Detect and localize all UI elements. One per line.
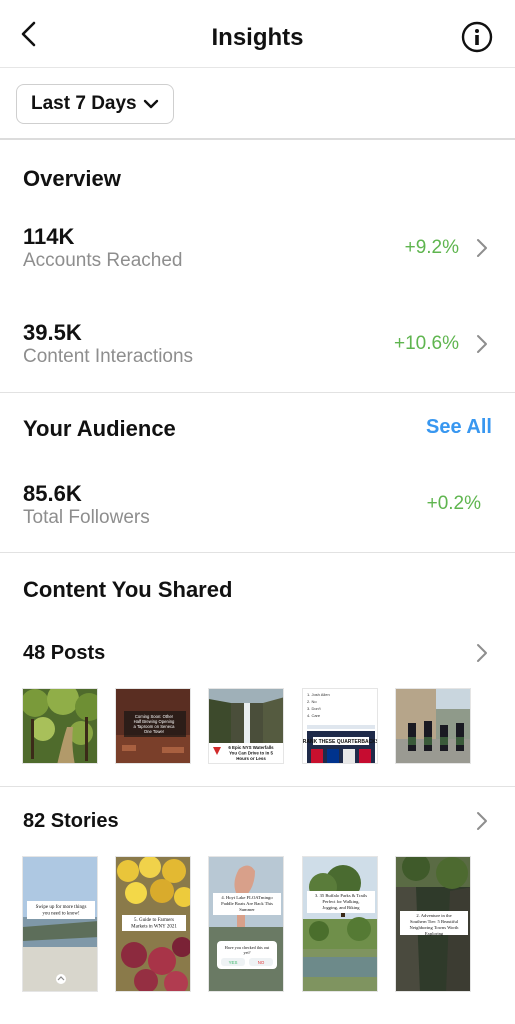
post-thumbnail[interactable] xyxy=(395,688,471,764)
story-caption: 3. 35 Buffalo Parks & Trails Perfect for … xyxy=(315,893,367,911)
info-icon[interactable] xyxy=(461,21,493,53)
posts-count-label: 48 Posts xyxy=(23,642,106,664)
content-interactions-value: 39.5K xyxy=(23,320,82,345)
story-thumbnail[interactable]: Swipe up for more things you need to know… xyxy=(22,856,98,992)
filter-bar: Last 7 Days xyxy=(0,68,515,140)
poll-yes: YES xyxy=(229,960,238,965)
story-thumbnail[interactable]: 4. Hoyt Lake FLOATmingo Paddle Boats Are … xyxy=(208,856,284,992)
poll-no: NO xyxy=(258,960,265,965)
post-thumbnail[interactable] xyxy=(22,688,98,764)
stories-count-label: 82 Stories xyxy=(23,810,119,832)
content-shared-title: Content You Shared xyxy=(23,577,233,602)
see-all-link[interactable]: See All xyxy=(426,416,492,439)
quarterback-list-photo: 1. Josh Allen 2. No 3. Don't 4. Care RANK T… xyxy=(303,689,378,763)
taproom-photo: Coming Soon: Other Half Brewing Opening a … xyxy=(116,689,190,763)
accounts-reached-delta: +9.2% xyxy=(404,237,459,258)
accounts-reached-value: 114K xyxy=(23,224,75,249)
accounts-reached-label: Accounts Reached xyxy=(23,250,183,271)
content-interactions-label: Content Interactions xyxy=(23,346,194,367)
date-range-label: Last 7 Days xyxy=(31,93,137,114)
garden-path-photo xyxy=(23,689,97,763)
chevron-right-icon xyxy=(477,335,487,353)
bagpipers-photo xyxy=(396,689,470,763)
gorge-photo: 2. Adventure in the Southern Tier: 5 Beau… xyxy=(396,857,470,991)
total-followers-delta: +0.2% xyxy=(426,493,481,514)
date-range-dropdown[interactable]: Last 7 Days xyxy=(16,84,174,124)
flamingo-boats-photo: 4. Hoyt Lake FLOATmingo Paddle Boats Are … xyxy=(209,857,283,991)
section-divider xyxy=(0,552,515,553)
park-trails-photo: 3. 35 Buffalo Parks & Trails Perfect for … xyxy=(303,857,377,991)
story-caption: Swipe up for more things you need to know… xyxy=(36,905,87,917)
audience-title: Your Audience xyxy=(23,416,176,441)
header: Insights xyxy=(0,0,515,68)
section-divider xyxy=(0,392,515,393)
chevron-down-icon xyxy=(143,99,158,109)
waterfall-photo: 6 Epic NYS Waterfalls You Can Drive to in… xyxy=(209,689,283,763)
story-thumbnail[interactable]: 5. Guide to Farmers Markets in WNY 2021 xyxy=(115,856,191,992)
post-caption: RANK THESE QUARTERBACKS xyxy=(303,739,378,745)
total-followers-label: Total Followers xyxy=(23,507,150,528)
farmers-market-photo: 5. Guide to Farmers Markets in WNY 2021 xyxy=(116,857,190,991)
total-followers-value: 85.6K xyxy=(23,481,82,506)
waterfront-photo: Swipe up for more things you need to know… xyxy=(23,857,97,991)
post-thumbnail[interactable]: 6 Epic NYS Waterfalls You Can Drive to in… xyxy=(208,688,284,764)
story-thumbnail[interactable]: 3. 35 Buffalo Parks & Trails Perfect for … xyxy=(302,856,378,992)
overview-title: Overview xyxy=(23,166,121,191)
story-caption: 5. Guide to Farmers Markets in WNY 2021 xyxy=(131,918,177,930)
story-thumbnail[interactable]: 2. Adventure in the Southern Tier: 5 Beau… xyxy=(395,856,471,992)
post-thumbnail[interactable]: Coming Soon: Other Half Brewing Opening a … xyxy=(115,688,191,764)
section-divider xyxy=(0,786,515,787)
chevron-right-icon xyxy=(477,239,487,257)
chevron-right-icon xyxy=(477,812,487,830)
post-thumbnail[interactable]: 1. Josh Allen 2. No 3. Don't 4. Care RANK T… xyxy=(302,688,378,764)
chevron-right-icon xyxy=(477,644,487,662)
page-title: Insights xyxy=(211,24,304,51)
content-interactions-delta: +10.6% xyxy=(394,333,459,354)
